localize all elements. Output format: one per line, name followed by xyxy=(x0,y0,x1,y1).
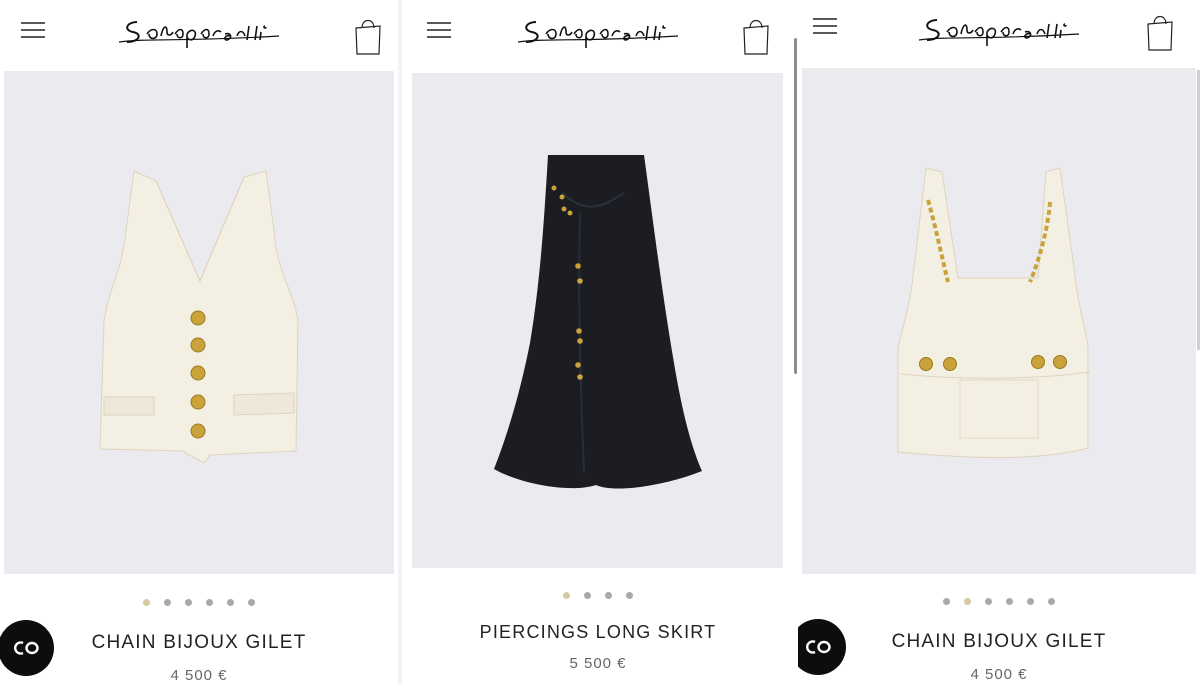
hamburger-menu-icon[interactable] xyxy=(20,20,46,40)
shopping-bag-icon[interactable] xyxy=(1146,12,1174,52)
carousel-dots[interactable] xyxy=(402,592,794,599)
scrollbar[interactable] xyxy=(794,38,797,374)
vest-illustration xyxy=(99,170,299,464)
carousel-dot[interactable] xyxy=(626,592,633,599)
product-panel-2: PIERCINGS LONG SKIRT 5 500 € xyxy=(402,0,794,685)
shopping-bag-icon[interactable] xyxy=(354,16,382,56)
product-name[interactable]: CHAIN BIJOUX GILET xyxy=(0,632,398,654)
product-image[interactable] xyxy=(412,73,783,568)
hamburger-menu-icon[interactable] xyxy=(426,20,452,40)
skirt-illustration xyxy=(494,155,702,489)
header xyxy=(0,0,398,66)
carousel-dots[interactable] xyxy=(798,598,1200,605)
carousel-dot[interactable] xyxy=(185,599,192,606)
product-price: 4 500 € xyxy=(170,667,228,684)
header xyxy=(798,0,1200,66)
carousel-dot[interactable] xyxy=(206,599,213,606)
carousel-dot[interactable] xyxy=(227,599,234,606)
shopping-bag-icon[interactable] xyxy=(742,16,770,56)
carousel-dot[interactable] xyxy=(143,599,150,606)
carousel-dot[interactable] xyxy=(164,599,171,606)
carousel-dot[interactable] xyxy=(1027,598,1034,605)
carousel-dots[interactable] xyxy=(0,599,398,606)
carousel-dot[interactable] xyxy=(1048,598,1055,605)
co-chat-button[interactable] xyxy=(0,620,54,676)
product-image[interactable] xyxy=(4,71,394,574)
carousel-dot[interactable] xyxy=(985,598,992,605)
brand-logo[interactable] xyxy=(909,10,1089,54)
brand-logo[interactable] xyxy=(109,12,289,56)
co-chat-icon xyxy=(806,640,831,654)
product-price: 5 500 € xyxy=(569,655,627,672)
co-chat-icon xyxy=(14,641,39,655)
carousel-dot[interactable] xyxy=(943,598,950,605)
chain-top-illustration xyxy=(897,167,1091,459)
carousel-dot[interactable] xyxy=(964,598,971,605)
carousel-dot[interactable] xyxy=(584,592,591,599)
product-name[interactable]: PIERCINGS LONG SKIRT xyxy=(402,622,794,643)
carousel-dot[interactable] xyxy=(1006,598,1013,605)
product-price: 4 500 € xyxy=(970,666,1028,683)
hamburger-menu-icon[interactable] xyxy=(812,16,838,36)
carousel-dot[interactable] xyxy=(605,592,612,599)
product-panel-1: CHAIN BIJOUX GILET 4 500 € xyxy=(0,0,398,685)
product-panel-3: CHAIN BIJOUX GILET 4 500 € xyxy=(798,0,1200,685)
header xyxy=(402,0,794,66)
carousel-dot[interactable] xyxy=(248,599,255,606)
carousel-dot[interactable] xyxy=(563,592,570,599)
product-image[interactable] xyxy=(802,68,1196,574)
brand-logo[interactable] xyxy=(508,12,688,56)
product-name[interactable]: CHAIN BIJOUX GILET xyxy=(798,631,1200,653)
